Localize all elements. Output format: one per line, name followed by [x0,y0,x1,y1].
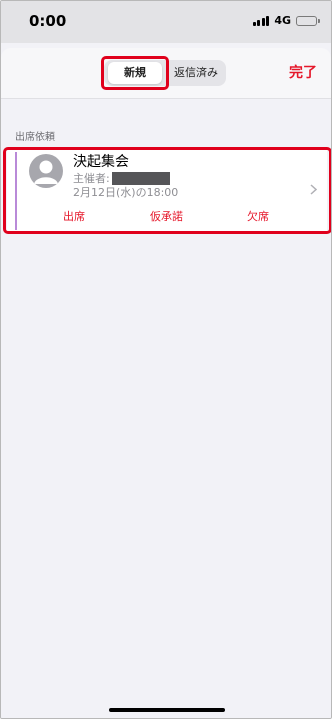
calendar-color-bar [15,152,17,230]
status-indicators: 4G [252,14,320,27]
invitations-sheet: 新規 返信済み 完了 出席依頼 決起集会 主催者: 2月12日(水)の18:00 [1,48,331,718]
tab-new[interactable]: 新規 [108,62,162,84]
accept-button[interactable]: 出席 [63,208,85,224]
done-button[interactable]: 完了 [289,62,317,82]
signal-icon [252,15,270,26]
event-datetime: 2月12日(水)の18:00 [73,186,179,199]
sheet-header: 新規 返信済み 完了 [1,48,331,99]
event-title: 決起集会 [73,154,129,170]
section-label: 出席依頼 [15,132,55,143]
tab-replied[interactable]: 返信済み [166,62,226,84]
redacted-organizer-name [111,171,170,185]
chevron-right-icon [310,180,318,199]
phone-screen: 0:00 4G 新規 返信済み 完了 出席依頼 決起集会 主催者: 2月12日(… [0,0,332,719]
status-bar: 0:00 4G [1,1,331,43]
home-indicator[interactable] [109,708,225,712]
status-time: 0:00 [29,12,67,30]
segmented-control: 新規 返信済み [104,60,226,86]
battery-icon [296,15,320,26]
invitation-card[interactable]: 決起集会 主催者: 2月12日(水)の18:00 出席 仮承諾 欠席 [7,148,327,232]
maybe-button[interactable]: 仮承諾 [150,208,183,224]
person-avatar-icon [29,154,63,188]
network-type: 4G [274,14,291,27]
decline-button[interactable]: 欠席 [247,208,269,224]
